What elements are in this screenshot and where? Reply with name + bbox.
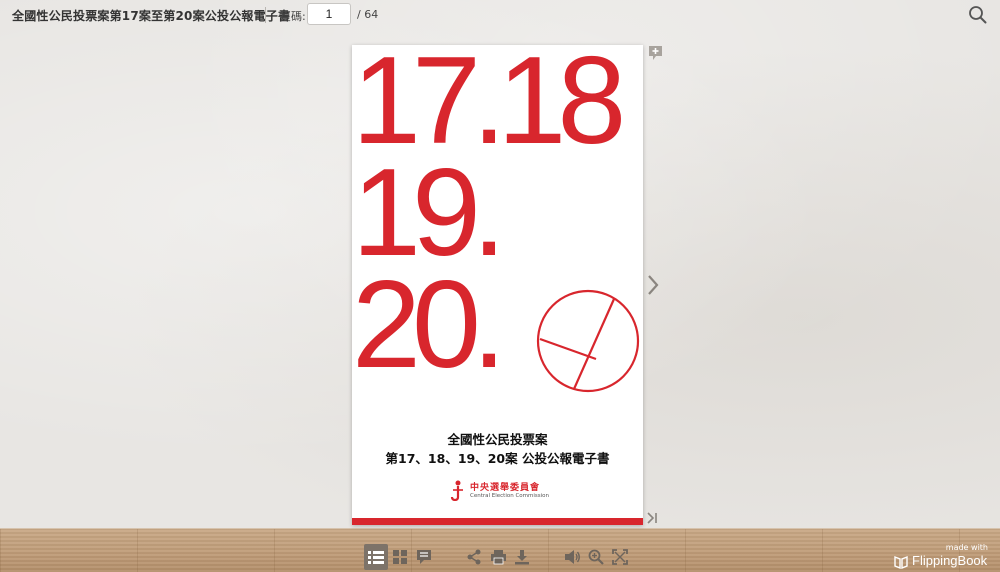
book-cover-page[interactable]: 17.18 19. 20. 全國性公民投票案 第17、18、19、20案 公投公… <box>352 32 643 525</box>
organization-name-en: Central Election Commission <box>470 493 550 499</box>
cover-title: 全國性公民投票案 第17、18、19、20案 公投公報電子書 <box>352 430 643 468</box>
sound-icon <box>564 550 580 564</box>
share-button[interactable] <box>462 544 486 570</box>
flippingbook-logo-icon <box>894 555 908 569</box>
ballot-mark-icon <box>536 289 640 393</box>
last-page-button[interactable] <box>646 510 660 524</box>
zoom-in-button[interactable] <box>584 544 608 570</box>
document-title: 全國性公民投票案第17案至第20案公投公報電子書 <box>12 9 291 23</box>
search-button[interactable] <box>968 5 988 25</box>
notes-button[interactable] <box>412 544 436 570</box>
add-note-icon <box>649 46 662 60</box>
thumbnails-button[interactable] <box>388 544 412 570</box>
fullscreen-button[interactable] <box>608 544 632 570</box>
search-icon <box>969 6 987 24</box>
divider <box>265 7 266 23</box>
cover-title-line-2: 第17、18、19、20案 公投公報電子書 <box>385 451 610 466</box>
table-of-contents-button[interactable] <box>364 544 388 570</box>
zoom-in-icon <box>588 549 604 565</box>
page-total: / 64 <box>357 8 379 21</box>
thumbnails-icon <box>393 550 407 564</box>
download-icon <box>515 550 529 565</box>
share-icon <box>467 549 481 565</box>
next-page-button[interactable] <box>646 274 660 296</box>
brand-name: FlippingBook <box>912 553 988 568</box>
add-note-button[interactable] <box>648 45 663 62</box>
cover-number-line-2: 19. <box>352 144 506 282</box>
chevron-right-icon <box>648 275 659 295</box>
top-bar: 全國性公民投票案第17案至第20案公投公報電子書 頁碼: / 64 <box>0 0 1000 30</box>
page-number-label: 頁碼: <box>280 10 306 23</box>
print-button[interactable] <box>486 544 510 570</box>
print-icon <box>490 550 506 565</box>
table-of-contents-icon <box>368 551 384 564</box>
download-button[interactable] <box>510 544 534 570</box>
cec-logo: 中央選舉委員會 Central Election Commission <box>450 479 550 505</box>
organization-name: 中央選舉委員會 <box>470 483 541 493</box>
flippingbook-brand[interactable]: made with FlippingBook <box>892 543 992 571</box>
cover-bottom-bar <box>352 518 643 525</box>
notes-icon <box>417 550 431 564</box>
cover-title-line-1: 全國性公民投票案 <box>447 432 548 447</box>
page-number-input[interactable] <box>307 3 351 25</box>
cec-emblem-icon <box>450 480 463 501</box>
brand-made-with: made with <box>945 543 988 552</box>
fullscreen-icon <box>612 549 628 565</box>
sound-button[interactable] <box>560 544 584 570</box>
last-page-icon <box>647 512 657 524</box>
cover-number-line-1: 17.18 <box>352 32 626 170</box>
